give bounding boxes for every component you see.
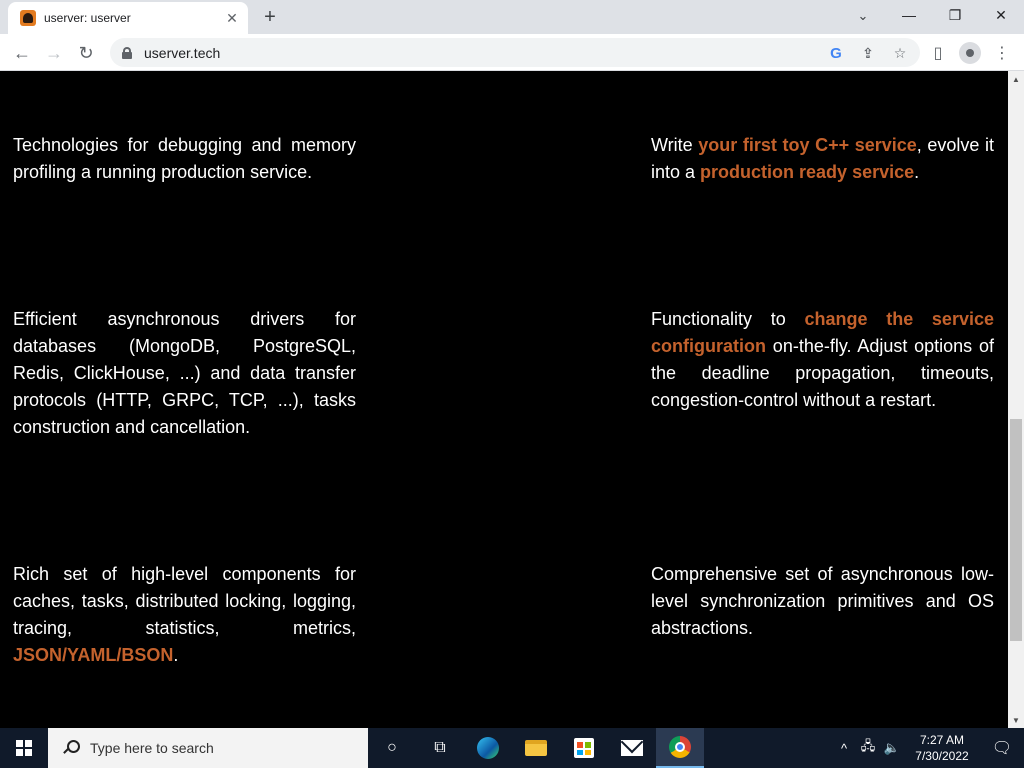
forward-icon[interactable]: → (40, 39, 68, 67)
feature-dynamic-config: Functionality to change the service conf… (651, 306, 994, 414)
avatar-icon (959, 42, 981, 64)
browser-tab[interactable]: userver: userver ✕ (8, 2, 248, 34)
omnibox-icons: G ⇪ ☆ (824, 41, 912, 65)
minimize-icon[interactable]: — (886, 0, 932, 30)
start-button[interactable] (0, 728, 48, 768)
restore-icon[interactable]: ❐ (932, 0, 978, 30)
chrome-icon[interactable] (656, 728, 704, 768)
feature-async-drivers: Efficient asynchronous drivers for datab… (13, 306, 356, 441)
feature-text: . (173, 645, 179, 665)
taskbar-search-placeholder[interactable]: Type here to search (90, 740, 214, 756)
network-icon[interactable]: 🖧 (856, 728, 880, 768)
feature-link[interactable]: JSON/YAML/BSON (13, 645, 173, 665)
close-tab-icon[interactable]: ✕ (222, 8, 242, 28)
system-clock[interactable]: 7:27 AM 7/30/2022 (904, 732, 980, 764)
page-viewport: Technologies for debugging and memory pr… (0, 71, 1008, 728)
side-panel-icon[interactable]: ▯ (924, 39, 952, 67)
menu-kebab-icon[interactable]: ⋮ (988, 39, 1016, 67)
feature-text: . (914, 162, 920, 182)
file-explorer-icon[interactable] (512, 728, 560, 768)
feature-first-service: Write your first toy C++ service, evolve… (651, 132, 994, 186)
clock-time: 7:27 AM (919, 733, 965, 747)
page-scrollbar[interactable]: ▲ ▼ (1008, 71, 1024, 728)
cortana-icon[interactable]: ○ (368, 728, 416, 768)
google-icon[interactable]: G (824, 41, 848, 65)
scroll-up-icon[interactable]: ▲ (1008, 71, 1024, 87)
feature-text: Functionality to (651, 309, 805, 329)
profile-button[interactable] (956, 39, 984, 67)
feature-text: Rich set of high-level components for ca… (13, 564, 356, 638)
browser-tab-bar: userver: userver ✕ + ⌄ — ❐ ✕ (0, 0, 1024, 34)
feature-text: Write (651, 135, 699, 155)
toolbar-right: ▯ ⋮ (924, 39, 1016, 67)
windows-logo-icon (16, 740, 32, 756)
feature-link[interactable]: your first toy C++ service (698, 135, 916, 155)
feature-text: Technologies for debugging and memory pr… (13, 135, 356, 182)
scroll-thumb[interactable] (1010, 419, 1022, 641)
clock-date: 7/30/2022 (915, 749, 969, 763)
close-window-icon[interactable]: ✕ (978, 0, 1024, 30)
tab-search-icon[interactable]: ⌄ (850, 4, 876, 28)
microsoft-store-icon[interactable] (560, 728, 608, 768)
feature-high-level-components: Rich set of high-level components for ca… (13, 561, 356, 669)
url-text[interactable]: userver.tech (144, 45, 220, 61)
taskbar-search-box[interactable]: Type here to search (48, 728, 368, 768)
windows-taskbar: Type here to search ○ ⧉ ^ 🖧 🔈 7:27 AM 7/… (0, 728, 1024, 768)
window-controls: — ❐ ✕ (886, 0, 1024, 34)
lock-icon[interactable] (122, 46, 132, 59)
bookmark-star-icon[interactable]: ☆ (888, 41, 912, 65)
userver-favicon-icon (20, 10, 36, 26)
browser-toolbar: ← → ↻ userver.tech G ⇪ ☆ ▯ ⋮ (0, 34, 1024, 71)
feature-link[interactable]: production ready service (700, 162, 914, 182)
volume-icon[interactable]: 🔈 (880, 728, 904, 768)
notifications-icon[interactable]: 🗨 (980, 728, 1024, 768)
search-icon (62, 740, 80, 756)
new-tab-button[interactable]: + (258, 5, 282, 29)
feature-text: Comprehensive set of asynchronous low-le… (651, 564, 994, 638)
share-icon[interactable]: ⇪ (856, 41, 880, 65)
edge-browser-icon[interactable] (464, 728, 512, 768)
show-hidden-icons-icon[interactable]: ^ (832, 728, 856, 768)
task-view-icon[interactable]: ⧉ (416, 728, 464, 768)
reload-icon[interactable]: ↻ (72, 39, 100, 67)
address-bar[interactable]: userver.tech G ⇪ ☆ (110, 38, 920, 67)
tab-title: userver: userver (44, 11, 131, 25)
feature-debugging: Technologies for debugging and memory pr… (13, 132, 356, 186)
mail-icon[interactable] (608, 728, 656, 768)
feature-text: Efficient asynchronous drivers for datab… (13, 309, 356, 437)
system-tray: ^ 🖧 🔈 7:27 AM 7/30/2022 🗨 (832, 728, 1024, 768)
back-icon[interactable]: ← (8, 39, 36, 67)
scroll-down-icon[interactable]: ▼ (1008, 712, 1024, 728)
feature-sync-primitives: Comprehensive set of asynchronous low-le… (651, 561, 994, 642)
